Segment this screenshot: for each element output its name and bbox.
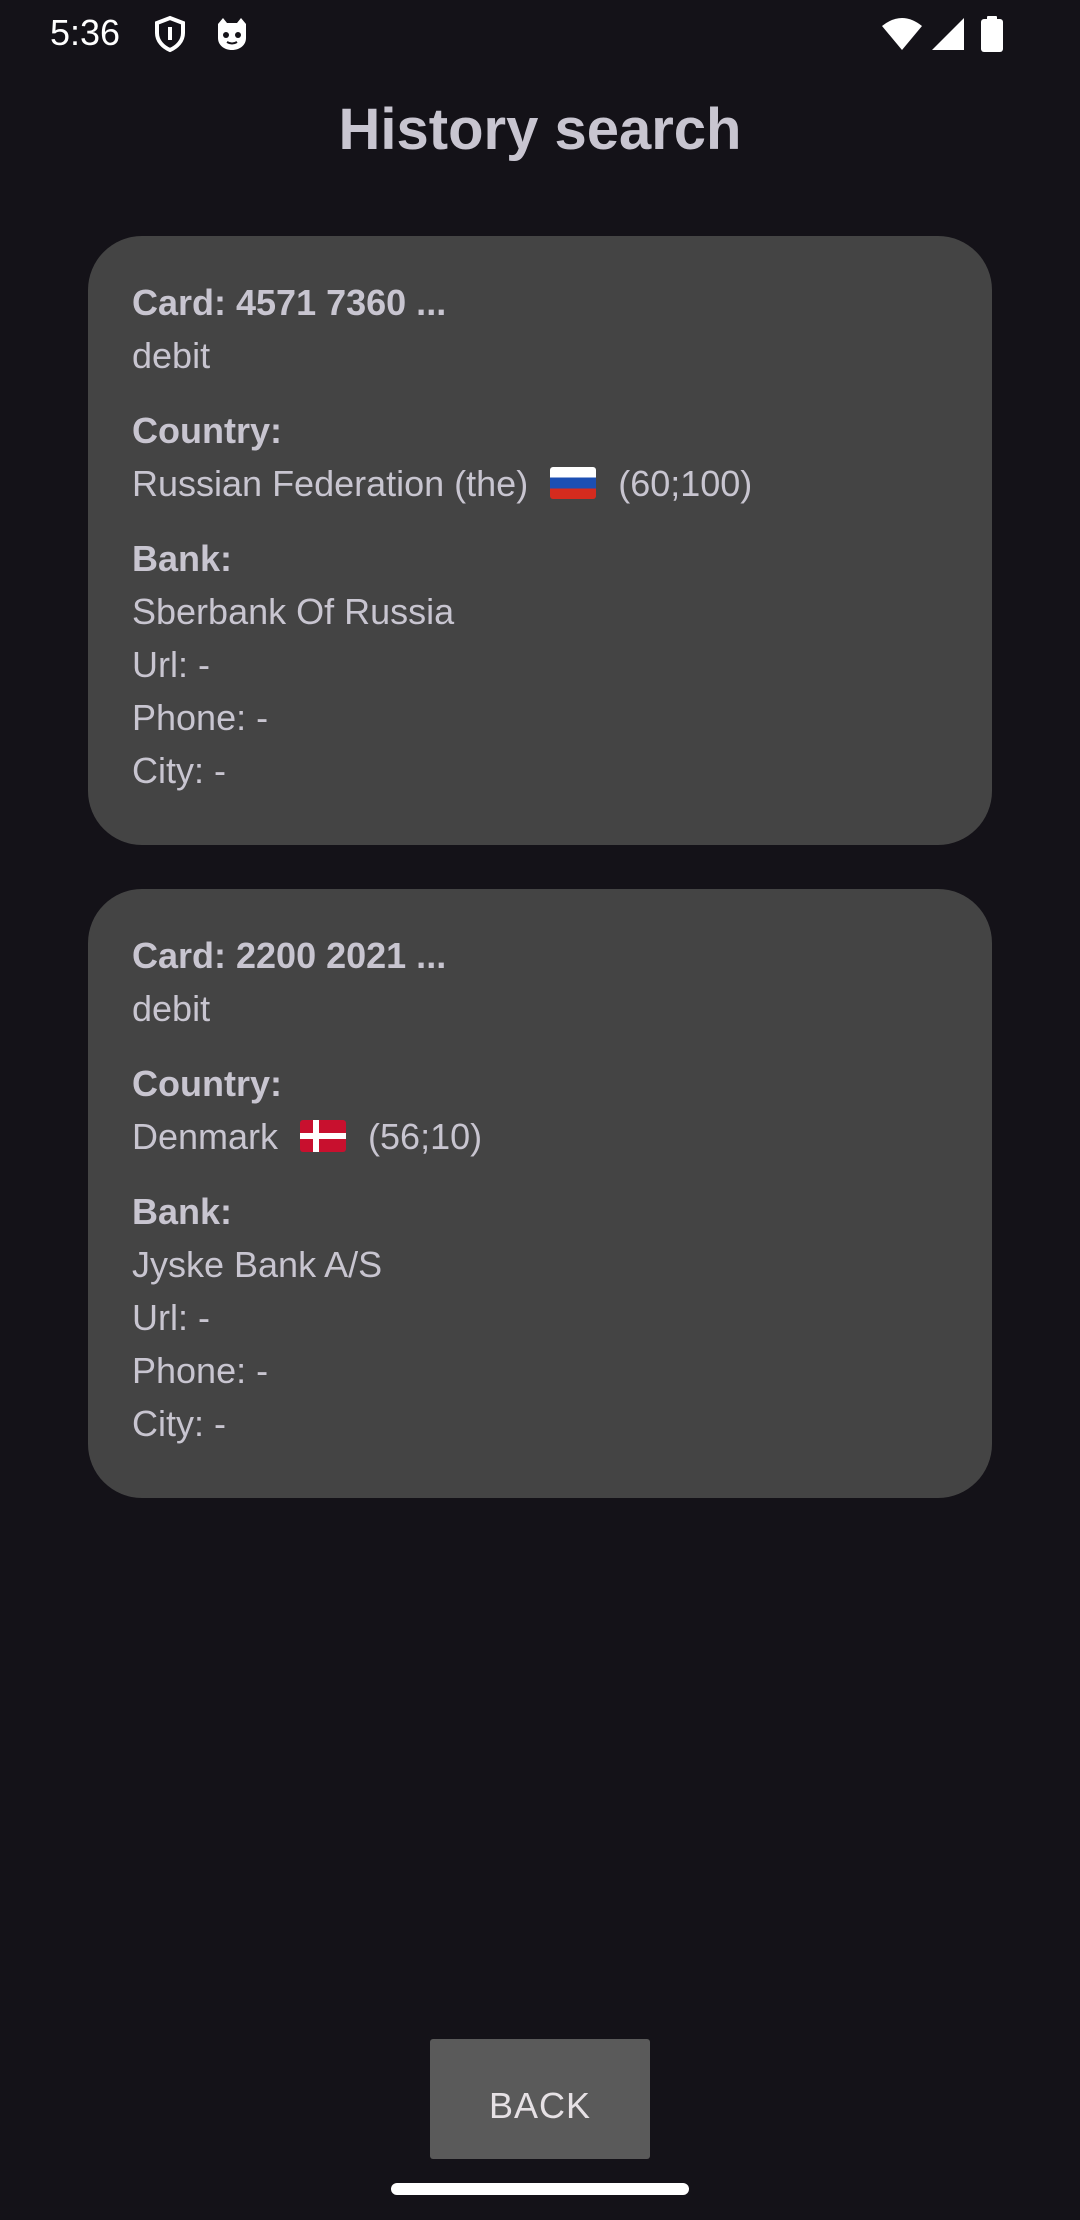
- page-title: History search: [338, 97, 742, 162]
- flag-russia-icon: [550, 467, 597, 500]
- bank-label: Bank:: [132, 1191, 233, 1232]
- battery-icon: [981, 16, 1003, 52]
- card-type: debit: [132, 988, 211, 1029]
- home-indicator[interactable]: [391, 2183, 689, 2195]
- country-label: Country:: [132, 410, 282, 451]
- bank-label: Bank:: [132, 538, 233, 579]
- country-coordinates: (60;100): [618, 463, 753, 504]
- wifi-icon: [882, 18, 922, 50]
- bank-phone: Phone: -: [132, 1350, 269, 1391]
- back-button[interactable]: BACK: [430, 2039, 650, 2159]
- flag-denmark-icon: [300, 1120, 347, 1153]
- bank-name: Jyske Bank A/S: [132, 1244, 383, 1285]
- card-number: Card: 2200 2021 ...: [132, 935, 447, 976]
- country-row: Russian Federation (the) (60;100): [132, 457, 948, 510]
- bank-city: City: -: [132, 750, 226, 791]
- country-label: Country:: [132, 1063, 282, 1104]
- bank-url: Url: -: [132, 644, 210, 685]
- status-time: 5:36: [50, 12, 121, 53]
- shield-icon: [155, 15, 185, 53]
- country-coordinates: (56;10): [368, 1116, 483, 1157]
- history-card: Card: 4571 7360 ... debit Country: Russi…: [88, 236, 992, 845]
- bank-url: Url: -: [132, 1297, 210, 1338]
- status-bar: 5:36: [0, 0, 1080, 66]
- bank-name: Sberbank Of Russia: [132, 591, 455, 632]
- card-type: debit: [132, 335, 211, 376]
- country-name: Denmark: [132, 1116, 279, 1157]
- country-name: Russian Federation (the): [132, 463, 529, 504]
- bank-phone: Phone: -: [132, 697, 269, 738]
- card-number: Card: 4571 7360 ...: [132, 282, 447, 323]
- history-card: Card: 2200 2021 ... debit Country: Denma…: [88, 889, 992, 1498]
- bank-city: City: -: [132, 1403, 226, 1444]
- signal-icon: [932, 18, 964, 50]
- country-row: Denmark (56;10): [132, 1110, 948, 1163]
- cat-face-icon: [218, 18, 246, 50]
